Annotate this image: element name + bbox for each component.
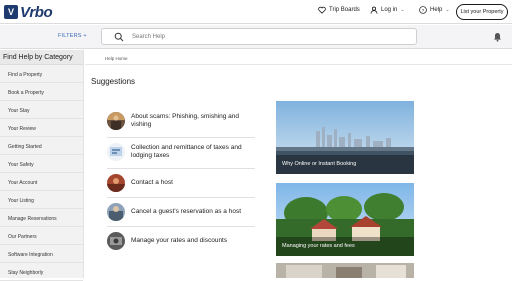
card-partial[interactable] [276,263,414,278]
category-sidebar: Find Help by Category Find a Property Bo… [0,50,84,281]
search-icon [114,32,124,41]
suggestion-divider [107,197,255,198]
card-caption: Managing your rates and fees [282,243,355,249]
suggestion-item-scams[interactable]: About scams: Phishing, smishing and vish… [107,112,255,130]
search-placeholder: Search Help [132,33,166,40]
suggestion-label: Manage your rates and discounts [131,237,228,244]
sidebar-item-your-safety[interactable]: Your Safety [0,155,83,173]
suggestion-divider [107,226,255,227]
sidebar-item-find-a-property[interactable]: Find a Property [0,65,83,83]
trip-boards-label: Trip Boards [329,7,360,13]
suggestion-thumbnail [107,112,125,130]
page-title: Suggestions [91,77,136,86]
vrbo-logo[interactable]: V Vrbo [4,3,53,21]
list-property-button[interactable]: List your Property [456,4,508,20]
chevron-down-icon: ⌄ [445,7,450,13]
suggestion-thumbnail [107,174,125,192]
sidebar-item-your-account[interactable]: Your Account [0,173,83,191]
logo-mark-icon: V [4,5,18,19]
suggestion-divider [107,137,255,138]
suggestion-item-manage-rates[interactable]: Manage your rates and discounts [107,232,255,250]
suggestion-item-cancel-reservation[interactable]: Cancel a guest's reservation as a host [107,203,255,221]
filters-button[interactable]: FILTERS + [58,33,87,39]
suggestion-label: About scams: Phishing, smishing and vish… [131,113,240,128]
heart-icon [318,6,326,14]
sidebar-item-getting-started[interactable]: Getting Started [0,137,83,155]
card-online-booking[interactable]: Why Online or Instant Booking [276,101,414,174]
suggestion-label: Cancel a guest's reservation as a host [131,208,241,215]
card-image-interior [276,263,414,278]
suggestion-label: Contact a host [131,179,173,186]
suggestion-thumbnail [107,143,125,161]
top-header: V Vrbo Trip Boards Log in ⌄ ? Help ⌄ Lis… [0,0,512,24]
search-input[interactable]: Search Help [101,28,417,45]
suggestion-thumbnail [107,232,125,250]
sidebar-item-software-integration[interactable]: Software Integration [0,245,83,263]
chevron-down-icon: ⌄ [400,7,405,13]
trip-boards-link[interactable]: Trip Boards [318,6,360,14]
breadcrumb-divider [85,64,512,65]
breadcrumb[interactable]: Help Home [105,56,128,61]
svg-text:?: ? [422,8,425,14]
suggestion-item-taxes[interactable]: Collection and remittance of taxes and l… [107,143,255,161]
suggestion-label: Collection and remittance of taxes and l… [131,144,242,159]
question-icon: ? [419,6,427,14]
card-rates-and-fees[interactable]: Managing your rates and fees [276,183,414,256]
search-bar-row: FILTERS + Search Help [0,25,512,49]
sidebar-item-our-partners[interactable]: Our Partners [0,227,83,245]
help-menu[interactable]: ? Help ⌄ [419,6,450,14]
suggestion-thumbnail [107,203,125,221]
card-caption: Why Online or Instant Booking [282,161,357,167]
sidebar-item-book-a-property[interactable]: Book a Property [0,83,83,101]
logo-text: Vrbo [20,3,53,21]
sidebar-title: Find Help by Category [0,50,83,65]
login-label: Log in [381,7,398,13]
suggestion-divider [107,168,255,169]
sidebar-item-stay-neighborly[interactable]: Stay Neighborly [0,263,83,281]
help-label: Help [430,7,443,13]
user-icon [370,6,378,14]
suggestion-item-contact-host[interactable]: Contact a host [107,174,255,192]
login-menu[interactable]: Log in ⌄ [370,6,405,14]
sidebar-item-manage-reservations[interactable]: Manage Reservations [0,209,83,227]
sidebar-item-your-listing[interactable]: Your Listing [0,191,83,209]
sidebar-item-your-review[interactable]: Your Review [0,119,83,137]
sidebar-item-your-stay[interactable]: Your Stay [0,101,83,119]
bell-icon[interactable] [493,32,502,42]
